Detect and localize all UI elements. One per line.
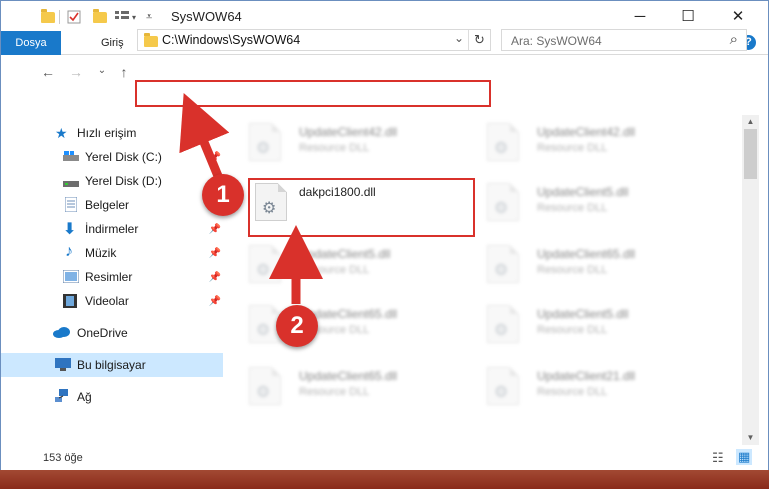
step-marker-2: 2 <box>276 305 318 347</box>
step-marker-1: 1 <box>202 174 244 216</box>
arrow-to-address <box>179 93 230 178</box>
tutorial-arrows <box>179 93 323 304</box>
